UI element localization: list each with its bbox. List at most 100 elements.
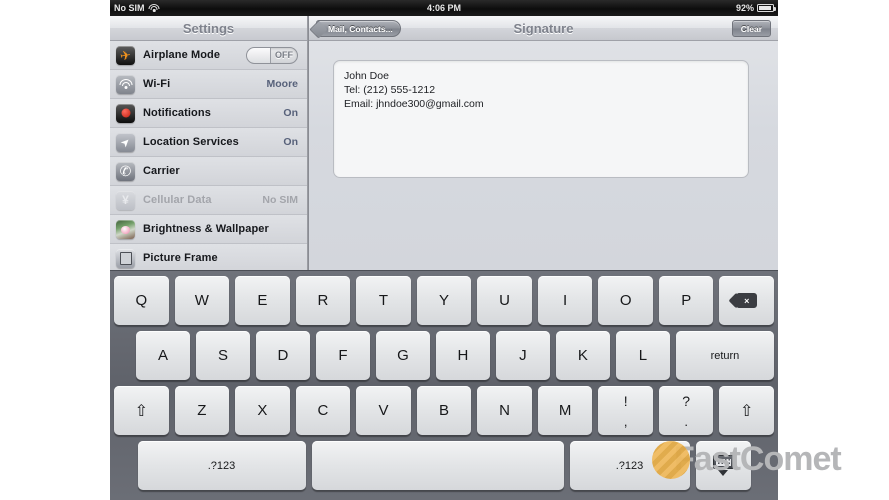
sidebar-item-label: Wi-Fi <box>143 78 171 90</box>
sidebar-item-label: Carrier <box>143 165 180 177</box>
sidebar-item-location-services[interactable]: Location Services On <box>110 128 307 157</box>
hide-keyboard-icon <box>712 455 734 476</box>
sidebar-item-picture-frame[interactable]: Picture Frame <box>110 244 307 273</box>
key-d[interactable]: D <box>255 331 310 380</box>
key-c[interactable]: C <box>295 386 351 435</box>
sidebar-item-airplane-mode[interactable]: Airplane Mode OFF <box>110 41 307 70</box>
nav-title: Signature <box>513 20 574 36</box>
picture-frame-icon <box>116 248 135 268</box>
keyboard-row-3: ⇧ Z X C V B N M ! , ? . ⇧ <box>114 386 775 435</box>
sidebar-item-cellular-data[interactable]: Cellular Data No SIM <box>110 186 307 215</box>
numeric-key-right[interactable]: .?123 <box>569 441 690 490</box>
key-s[interactable]: S <box>195 331 250 380</box>
back-button[interactable]: Mail, Contacts... <box>316 20 401 37</box>
key-glyph-bottom: . <box>684 413 688 429</box>
key-a[interactable]: A <box>136 331 190 380</box>
navigation-bar: Mail, Contacts... Signature Clear <box>309 16 778 41</box>
key-l[interactable]: L <box>615 331 670 380</box>
key-o[interactable]: O <box>598 276 653 325</box>
ipad-device-frame: No SIM 4:06 PM 92% Settings Airplane Mod… <box>110 0 778 500</box>
key-y[interactable]: Y <box>416 276 472 325</box>
location-icon <box>116 132 135 152</box>
clear-button[interactable]: Clear <box>731 20 771 37</box>
key-m[interactable]: M <box>537 386 593 435</box>
hide-keyboard-key[interactable] <box>695 441 751 490</box>
keyboard-row-1: Q W E R T Y U I O P × <box>114 276 775 325</box>
return-key[interactable]: return <box>675 331 775 380</box>
numeric-key-left[interactable]: .?123 <box>137 441 306 490</box>
dual-glyph: ! , <box>624 394 628 428</box>
split-view: Settings Airplane Mode OFF Wi-Fi Moore N… <box>110 16 778 273</box>
clock-label: 4:06 PM <box>426 3 461 13</box>
sidebar-item-label: Airplane Mode <box>143 49 221 61</box>
status-bar: No SIM 4:06 PM 92% <box>110 0 778 16</box>
sidebar-item-value: No SIM <box>262 194 298 206</box>
signature-textarea[interactable]: John Doe Tel: (212) 555-1212 Email: jhnd… <box>333 60 749 178</box>
notifications-icon <box>116 103 135 123</box>
key-f[interactable]: F <box>315 331 370 380</box>
shift-icon: ⇧ <box>134 402 148 420</box>
key-exclamation-comma[interactable]: ! , <box>598 386 653 435</box>
key-x[interactable]: X <box>235 386 290 435</box>
shift-key-left[interactable]: ⇧ <box>114 386 169 435</box>
detail-pane: Mail, Contacts... Signature Clear John D… <box>309 16 778 270</box>
backspace-key[interactable]: × <box>719 276 775 325</box>
shift-key-right[interactable]: ⇧ <box>719 386 775 435</box>
signature-line-2: Tel: (212) 555-1212 <box>344 84 436 96</box>
onscreen-keyboard: Q W E R T Y U I O P × A S D F G H J K L … <box>110 270 778 500</box>
key-r[interactable]: R <box>295 276 351 325</box>
key-g[interactable]: G <box>375 331 430 380</box>
key-z[interactable]: Z <box>174 386 230 435</box>
dual-glyph: ? . <box>682 394 690 428</box>
wallpaper-icon <box>116 219 135 239</box>
page-title: Settings <box>110 16 307 41</box>
key-question-period[interactable]: ? . <box>658 386 714 435</box>
key-glyph-top: ! <box>623 392 628 409</box>
sidebar-item-value: On <box>283 107 298 119</box>
key-i[interactable]: I <box>537 276 593 325</box>
back-button-label: Mail, Contacts... <box>328 23 393 34</box>
sidebar-item-label: Location Services <box>143 136 239 148</box>
key-b[interactable]: B <box>416 386 472 435</box>
key-u[interactable]: U <box>477 276 532 325</box>
sidebar-item-wifi[interactable]: Wi-Fi Moore <box>110 70 307 99</box>
clear-button-label: Clear <box>740 23 762 34</box>
key-k[interactable]: K <box>555 331 610 380</box>
airplane-icon <box>116 45 135 65</box>
key-q[interactable]: Q <box>114 276 169 325</box>
sidebar-item-label: Notifications <box>143 107 211 119</box>
key-v[interactable]: V <box>356 386 411 435</box>
airplane-mode-toggle[interactable]: OFF <box>246 46 298 64</box>
sidebar-item-carrier[interactable]: Carrier <box>110 157 307 186</box>
toggle-knob <box>247 47 271 63</box>
sidebar-item-brightness-wallpaper[interactable]: Brightness & Wallpaper <box>110 215 307 244</box>
key-e[interactable]: E <box>235 276 290 325</box>
battery-percent-label: 92% <box>735 3 754 13</box>
key-p[interactable]: P <box>658 276 714 325</box>
cellular-icon <box>116 190 135 210</box>
sidebar-item-label: Brightness & Wallpaper <box>143 223 269 235</box>
signature-line-1: John Doe <box>344 70 389 82</box>
sidebar-item-notifications[interactable]: Notifications On <box>110 99 307 128</box>
key-w[interactable]: W <box>174 276 230 325</box>
phone-icon <box>116 161 135 181</box>
toggle-state-label: OFF <box>275 50 293 60</box>
battery-icon <box>757 4 776 12</box>
key-j[interactable]: J <box>495 331 550 380</box>
space-key[interactable] <box>311 441 564 490</box>
sidebar-item-label: Cellular Data <box>143 194 212 206</box>
status-bar-right: 92% <box>735 3 776 13</box>
key-glyph-top: ? <box>682 392 691 409</box>
key-h[interactable]: H <box>435 331 490 380</box>
sidebar-item-value: Moore <box>266 78 299 90</box>
keyboard-row-2: A S D F G H J K L return <box>114 331 775 380</box>
sidebar-item-value: On <box>283 136 298 148</box>
keyboard-row-4: .?123 .?123 <box>114 441 774 490</box>
shift-icon: ⇧ <box>740 402 754 420</box>
settings-sidebar: Settings Airplane Mode OFF Wi-Fi Moore N… <box>110 16 308 273</box>
key-t[interactable]: T <box>356 276 411 325</box>
backspace-icon: × <box>736 293 757 308</box>
key-n[interactable]: N <box>477 386 532 435</box>
sidebar-item-label: Picture Frame <box>143 252 218 264</box>
signature-line-3: Email: jhndoe300@gmail.com <box>344 98 484 110</box>
